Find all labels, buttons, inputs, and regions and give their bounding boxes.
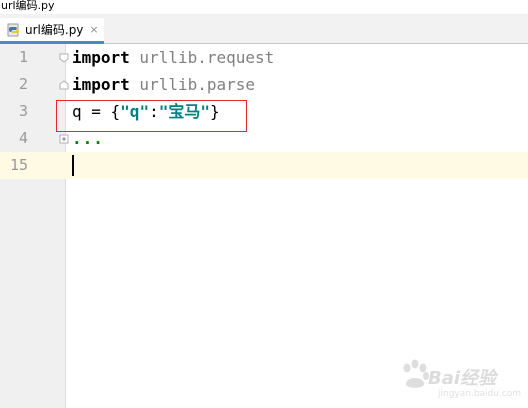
annotation-highlight-box [56, 100, 247, 132]
fold-collapsed-icon[interactable] [59, 134, 69, 144]
python-file-icon [7, 23, 19, 36]
ide-window: url编码.py url编码.py × 1 2 3 4 15 import ur… [0, 0, 528, 408]
baidu-jingyan-watermark: Bai经验 jingyan.baidu.com [398, 358, 522, 404]
tab-label: url编码.py [25, 23, 84, 37]
code-line-1[interactable]: import urllib.request [72, 44, 274, 71]
line-number: 4 [18, 129, 28, 147]
tab-url-encode-py[interactable]: url编码.py × [0, 18, 104, 44]
line-number: 1 [18, 48, 28, 66]
watermark-brand: Bai经验 [428, 368, 497, 389]
fold-start-icon[interactable] [59, 53, 69, 63]
close-icon[interactable]: × [89, 23, 98, 36]
code-line-2[interactable]: import urllib.parse [72, 71, 255, 98]
editor-tab-bar: url编码.py × [0, 14, 528, 44]
module-name: urllib.parse [129, 75, 256, 94]
baidu-paw-logo-icon [403, 359, 429, 388]
watermark-url: jingyan.baidu.com [438, 389, 522, 399]
current-line-highlight [0, 152, 528, 179]
line-number: 3 [18, 102, 28, 120]
line-number: 2 [18, 75, 28, 93]
import-keyword: import [72, 48, 130, 67]
module-name: urllib.request [129, 48, 275, 67]
fold-end-icon[interactable] [59, 80, 69, 90]
line-number: 15 [9, 156, 28, 174]
window-title: url编码.py [0, 0, 528, 14]
import-keyword: import [72, 75, 130, 94]
text-caret [72, 155, 74, 176]
